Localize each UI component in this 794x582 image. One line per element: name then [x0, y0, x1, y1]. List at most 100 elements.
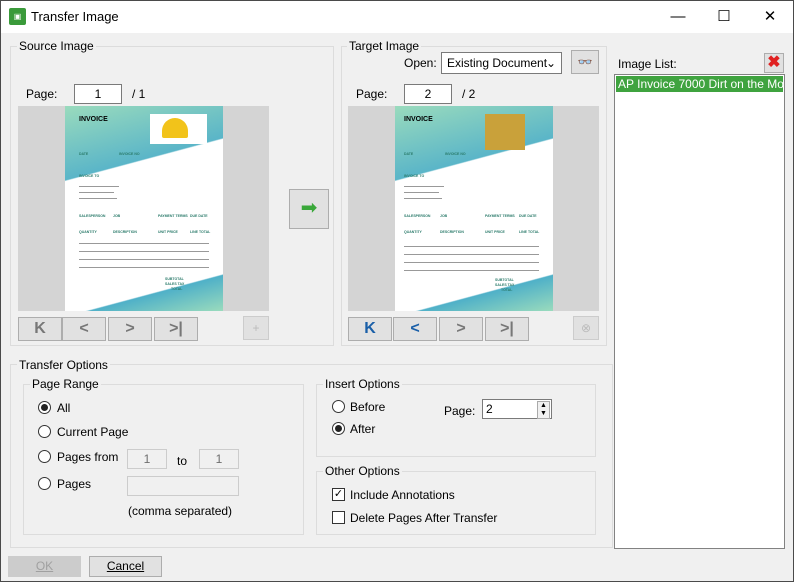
- delete-pages-checkbox[interactable]: [332, 511, 345, 524]
- image-list[interactable]: AP Invoice 7000 Dirt on the Move: [614, 74, 785, 549]
- doc-label: PAYMENT TERMS: [158, 214, 188, 218]
- doc-label: UNIT PRICE: [158, 230, 178, 234]
- delete-page-icon[interactable]: ⊗: [573, 316, 599, 340]
- doc-label: DUE DATE: [519, 214, 537, 218]
- target-first-page-button[interactable]: K: [348, 317, 392, 341]
- app-icon: ▣: [9, 8, 26, 25]
- doc-label: LINE TOTAL: [190, 230, 211, 234]
- add-page-icon[interactable]: +: [243, 316, 269, 340]
- source-page-total: / 1: [132, 87, 146, 101]
- target-next-page-button[interactable]: >: [439, 317, 483, 341]
- pages-label: Pages: [57, 477, 92, 491]
- doc-label: INVOICE NO: [445, 152, 466, 156]
- bulldozer-image: [485, 114, 525, 150]
- close-button[interactable]: ✕: [747, 1, 793, 33]
- doc-label: DATE: [404, 152, 414, 156]
- source-page-input[interactable]: 1: [74, 84, 122, 104]
- after-label: After: [350, 422, 376, 436]
- doc-label: SALES TAX: [495, 283, 515, 287]
- doc-label: DESCRIPTION: [113, 230, 137, 234]
- source-prev-page-button[interactable]: <: [62, 317, 106, 341]
- insert-page-value: 2: [486, 402, 493, 416]
- doc-heading: INVOICE: [404, 116, 433, 123]
- target-preview: INVOICE DATE INVOICE NO INVOICE TO SALES…: [348, 106, 599, 311]
- doc-label: INVOICE NO: [119, 152, 140, 156]
- include-annotations-label: Include Annotations: [350, 488, 455, 502]
- doc-label: DUE DATE: [190, 214, 208, 218]
- chevron-down-icon: ⌄: [545, 56, 556, 70]
- target-prev-page-button[interactable]: <: [393, 317, 437, 341]
- ok-button[interactable]: OK: [8, 556, 81, 577]
- before-label: Before: [350, 400, 386, 414]
- window-title: Transfer Image: [31, 9, 119, 24]
- all-label: All: [57, 401, 71, 415]
- target-document-page: INVOICE DATE INVOICE NO INVOICE TO SALES…: [395, 106, 553, 311]
- page-range-label: Page Range: [30, 377, 101, 391]
- comma-hint: (comma separated): [128, 504, 233, 518]
- doc-label: INVOICE TO: [79, 174, 100, 178]
- target-page-input[interactable]: 2: [404, 84, 452, 104]
- hardhat-image: [150, 114, 207, 144]
- include-annotations-checkbox[interactable]: ✓: [332, 488, 345, 501]
- doc-label: SUBTOTAL: [165, 277, 184, 281]
- doc-label: QUANTITY: [404, 230, 422, 234]
- pages-input[interactable]: [127, 476, 239, 496]
- target-page-total: / 2: [462, 87, 476, 101]
- target-last-page-button[interactable]: >|: [485, 317, 529, 341]
- source-last-page-button[interactable]: >|: [154, 317, 198, 341]
- doc-label: DATE: [79, 152, 89, 156]
- source-document-page: INVOICE DATE INVOICE NO INVOICE TO SALES…: [65, 106, 223, 311]
- doc-heading: INVOICE: [79, 116, 108, 123]
- all-radio[interactable]: [38, 401, 51, 414]
- doc-label: UNIT PRICE: [485, 230, 505, 234]
- source-page-label: Page:: [26, 87, 58, 101]
- minimize-button[interactable]: —: [655, 1, 701, 33]
- other-options-group: [316, 471, 596, 535]
- target-image-label: Target Image: [347, 39, 422, 53]
- transfer-options-label: Transfer Options: [17, 358, 110, 372]
- transfer-arrow-button[interactable]: ➡: [289, 189, 329, 229]
- doc-label: TOTAL: [171, 287, 183, 291]
- to-label: to: [177, 454, 188, 468]
- before-radio[interactable]: [332, 400, 345, 413]
- other-options-label: Other Options: [323, 464, 402, 478]
- image-list-item[interactable]: AP Invoice 7000 Dirt on the Move: [616, 76, 783, 92]
- pages-from-input[interactable]: 1: [127, 449, 167, 469]
- insert-page-spinner[interactable]: 2 ▲ ▼: [482, 399, 552, 419]
- cancel-button[interactable]: Cancel: [89, 556, 162, 577]
- image-list-label: Image List:: [618, 57, 677, 71]
- source-first-page-button[interactable]: K: [18, 317, 62, 341]
- remove-image-icon[interactable]: ✖: [764, 53, 784, 73]
- maximize-button[interactable]: ☐: [701, 1, 747, 33]
- doc-label: SALES TAX: [165, 282, 185, 286]
- open-select-value: Existing Document: [447, 56, 548, 70]
- current-page-radio[interactable]: [38, 425, 51, 438]
- after-radio[interactable]: [332, 422, 345, 435]
- delete-pages-label: Delete Pages After Transfer: [350, 511, 498, 525]
- doc-label: INVOICE TO: [404, 174, 425, 178]
- source-image-label: Source Image: [17, 39, 96, 53]
- insert-options-group: [316, 384, 596, 457]
- doc-label: SUBTOTAL: [495, 278, 514, 282]
- source-next-page-button[interactable]: >: [108, 317, 152, 341]
- doc-label: LINE TOTAL: [519, 230, 540, 234]
- spinner-arrows-icon[interactable]: ▲ ▼: [537, 401, 550, 419]
- target-page-label: Page:: [356, 87, 388, 101]
- insert-options-label: Insert Options: [323, 377, 402, 391]
- doc-label: JOB: [440, 214, 448, 218]
- pages-from-radio[interactable]: [38, 450, 51, 463]
- binoculars-icon[interactable]: 👓: [571, 50, 599, 74]
- pages-to-input[interactable]: 1: [199, 449, 239, 469]
- pages-from-label: Pages from: [57, 450, 119, 464]
- insert-page-label: Page:: [444, 404, 476, 418]
- doc-label: PAYMENT TERMS: [485, 214, 515, 218]
- open-select[interactable]: Existing Document ⌄: [441, 52, 562, 74]
- doc-label: DESCRIPTION: [440, 230, 464, 234]
- doc-label: SALESPERSON: [404, 214, 431, 218]
- doc-label: SALESPERSON: [79, 214, 106, 218]
- current-page-label: Current Page: [57, 425, 129, 439]
- title-bar: ▣ Transfer Image — ☐ ✕: [1, 1, 793, 33]
- source-preview: INVOICE DATE INVOICE NO INVOICE TO SALES…: [18, 106, 269, 311]
- pages-radio[interactable]: [38, 477, 51, 490]
- doc-label: QUANTITY: [79, 230, 97, 234]
